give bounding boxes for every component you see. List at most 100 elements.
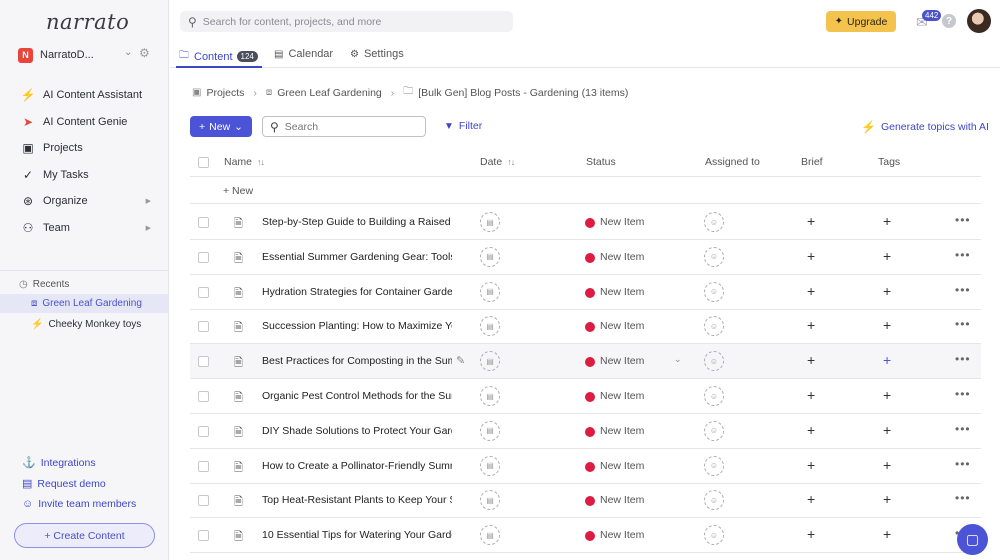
table-row[interactable]: 🗎 DIY Shade Solutions to Protect Your Gar… (190, 414, 981, 449)
assign-user-icon[interactable]: ☺ (704, 420, 724, 441)
content-search[interactable]: ⚲ (262, 116, 426, 137)
request-demo-link[interactable]: ▤ Request demo (22, 477, 106, 491)
row-title[interactable]: Top Heat-Resistant Plants to Keep Your S… (262, 494, 452, 506)
date-picker-icon[interactable]: ▤ (480, 351, 500, 372)
filter-button[interactable]: ▼ Filter (444, 120, 482, 132)
more-options-icon[interactable]: ••• (955, 317, 971, 331)
assign-user-icon[interactable]: ☺ (704, 316, 724, 337)
table-row[interactable]: 🗎 Step-by-Step Guide to Building a Raised… (190, 205, 981, 240)
status-badge[interactable]: New Item (600, 355, 644, 367)
date-picker-icon[interactable]: ▤ (480, 281, 500, 302)
sidebar-item-ai-content-genie[interactable]: ➤ AI Content Genie (0, 109, 169, 136)
sidebar-item-ai-content-assistant[interactable]: ⚡ AI Content Assistant (0, 82, 169, 109)
column-assigned[interactable]: Assigned to (705, 156, 760, 168)
row-checkbox[interactable] (198, 530, 209, 542)
integrations-link[interactable]: ⚓ Integrations (22, 456, 96, 470)
date-picker-icon[interactable]: ▤ (480, 490, 500, 511)
new-button[interactable]: + New ⌄ (190, 116, 252, 137)
date-picker-icon[interactable]: ▤ (480, 386, 500, 406)
date-picker-icon[interactable]: ▤ (480, 455, 500, 476)
status-badge[interactable]: New Item (600, 216, 644, 228)
column-status[interactable]: Status (586, 156, 616, 168)
create-content-button[interactable]: + Create Content (14, 523, 155, 548)
row-title[interactable]: Step-by-Step Guide to Building a Raised … (262, 216, 452, 228)
sort-icon[interactable]: ↑↓ (507, 157, 515, 167)
more-options-icon[interactable]: ••• (955, 213, 971, 227)
add-tag-icon[interactable]: + (883, 283, 891, 299)
row-checkbox[interactable] (198, 391, 209, 402)
row-checkbox[interactable] (198, 425, 209, 437)
add-tag-icon[interactable]: + (883, 213, 891, 229)
status-badge[interactable]: New Item (600, 390, 644, 402)
row-title[interactable]: Organic Pest Control Methods for the Sum… (262, 390, 452, 402)
workspace-switcher[interactable]: N NarratoD... ⌄ ⚙ (18, 46, 158, 63)
table-row[interactable]: 🗎 Succession Planting: How to Maximize Yo… (190, 309, 981, 345)
row-checkbox[interactable] (198, 356, 209, 368)
row-checkbox[interactable] (198, 217, 209, 228)
assign-user-icon[interactable]: ☺ (704, 386, 724, 406)
tab-calendar[interactable]: ▤ Calendar (274, 48, 333, 60)
column-tags[interactable]: Tags (878, 156, 900, 168)
date-picker-icon[interactable]: ▤ (480, 212, 500, 232)
assign-user-icon[interactable]: ☺ (704, 212, 724, 232)
add-brief-icon[interactable]: + (807, 248, 815, 264)
row-title[interactable]: 10 Essential Tips for Watering Your Gard… (262, 529, 452, 541)
assign-user-icon[interactable]: ☺ (704, 351, 724, 372)
sidebar-item-projects[interactable]: ▣ Projects (0, 135, 169, 162)
add-tag-icon[interactable]: + (883, 248, 891, 264)
more-options-icon[interactable]: ••• (955, 457, 971, 471)
row-checkbox[interactable] (198, 495, 209, 507)
add-tag-icon[interactable]: + (883, 457, 891, 473)
more-options-icon[interactable]: ••• (955, 248, 971, 262)
table-row[interactable]: 🗎 How to Create a Pollinator-Friendly Sum… (190, 449, 981, 484)
row-title[interactable]: Best Practices for Composting in the Sum… (262, 355, 452, 367)
status-badge[interactable]: New Item (600, 529, 644, 541)
add-tag-icon[interactable]: + (883, 387, 891, 403)
sidebar-item-team[interactable]: ⚇ Team ▶ (0, 215, 169, 242)
row-checkbox[interactable] (198, 286, 209, 298)
row-title[interactable]: Succession Planting: How to Maximize You… (262, 320, 452, 332)
status-badge[interactable]: New Item (600, 286, 644, 298)
avatar[interactable] (967, 9, 991, 33)
table-row[interactable]: 🗎 Organic Pest Control Methods for the Su… (190, 379, 981, 414)
table-row[interactable]: 🗎 Essential Summer Gardening Gear: Tools … (190, 240, 981, 275)
date-picker-icon[interactable]: ▤ (480, 420, 500, 441)
column-name[interactable]: Name ↑↓ (224, 156, 265, 168)
date-picker-icon[interactable]: ▤ (480, 316, 500, 337)
chat-widget-button[interactable]: ▢ (957, 524, 988, 555)
gear-icon[interactable]: ⚙ (139, 46, 150, 60)
row-checkbox[interactable] (198, 321, 209, 333)
generate-topics-button[interactable]: ⚡ Generate topics with AI (861, 120, 989, 134)
more-options-icon[interactable]: ••• (955, 352, 971, 366)
row-title[interactable]: Essential Summer Gardening Gear: Tools a… (262, 251, 452, 263)
add-tag-icon[interactable]: + (883, 422, 891, 438)
more-options-icon[interactable]: ••• (955, 491, 971, 505)
table-row[interactable]: 🗎 Hydration Strategies for Container Gard… (190, 275, 981, 310)
select-all-checkbox[interactable] (198, 157, 209, 168)
more-options-icon[interactable]: ••• (955, 387, 971, 401)
add-brief-icon[interactable]: + (807, 317, 815, 333)
recent-item-cheeky-monkey-toys[interactable]: ⚡ Cheeky Monkey toys (0, 315, 168, 334)
assign-user-icon[interactable]: ☺ (704, 455, 724, 476)
add-brief-icon[interactable]: + (807, 526, 815, 542)
status-badge[interactable]: New Item (600, 494, 644, 506)
breadcrumb-projects[interactable]: Projects (206, 87, 244, 99)
global-search[interactable]: ⚲ Search for content, projects, and more (180, 11, 513, 32)
add-tag-icon[interactable]: + (883, 352, 891, 368)
upgrade-button[interactable]: ✦ Upgrade (826, 11, 896, 32)
add-tag-icon[interactable]: + (883, 317, 891, 333)
column-brief[interactable]: Brief (801, 156, 823, 168)
date-picker-icon[interactable]: ▤ (480, 246, 500, 267)
add-brief-icon[interactable]: + (807, 422, 815, 438)
add-brief-icon[interactable]: + (807, 283, 815, 299)
add-tag-icon[interactable]: + (883, 526, 891, 542)
search-input[interactable] (284, 120, 415, 133)
more-options-icon[interactable]: ••• (955, 422, 971, 436)
row-checkbox[interactable] (198, 251, 209, 263)
add-brief-icon[interactable]: + (807, 387, 815, 403)
sort-icon[interactable]: ↑↓ (257, 157, 265, 167)
assign-user-icon[interactable]: ☺ (704, 525, 724, 546)
tab-settings[interactable]: ⚙ Settings (350, 48, 404, 60)
add-new-row[interactable]: + New (190, 178, 981, 204)
recent-item-green-leaf-gardening[interactable]: ⧈ Green Leaf Gardening (0, 294, 168, 313)
